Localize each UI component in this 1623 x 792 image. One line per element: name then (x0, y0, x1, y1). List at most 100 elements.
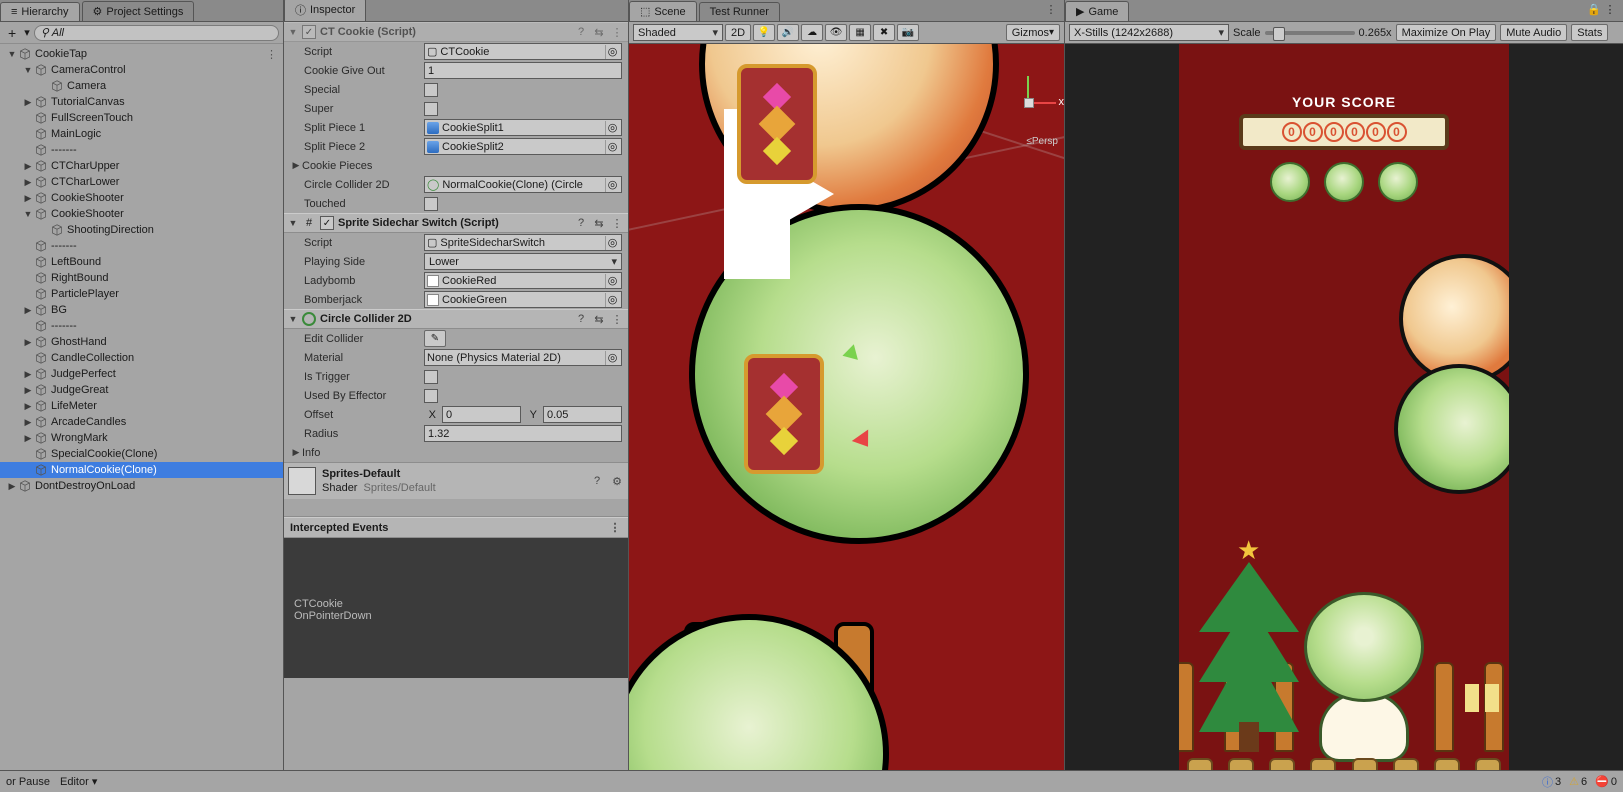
offset-x-field[interactable]: 0 (442, 406, 521, 423)
component-menu-icon[interactable]: ⋮ (610, 26, 624, 39)
foldout-icon[interactable]: ▶ (22, 417, 34, 428)
offset-y-field[interactable]: 0.05 (543, 406, 622, 423)
help-icon[interactable]: ? (574, 313, 588, 325)
hierarchy-item[interactable]: ParticlePlayer (0, 286, 283, 302)
hierarchy-item[interactable]: MainLogic (0, 126, 283, 142)
hierarchy-item[interactable]: ▶GhostHand (0, 334, 283, 350)
projection-label[interactable]: ≤Persp (1026, 136, 1058, 147)
stats-toggle[interactable]: Stats (1571, 24, 1608, 41)
component-menu-icon[interactable]: ⋮ (610, 217, 624, 230)
hierarchy-item[interactable]: ▶LifeMeter (0, 398, 283, 414)
foldout-icon[interactable]: ▼ (22, 65, 34, 75)
object-picker-icon[interactable]: ◎ (605, 274, 619, 288)
warning-count[interactable]: ⚠6 (1569, 775, 1587, 788)
hierarchy-item[interactable]: ▶ArcadeCandles (0, 414, 283, 430)
scene-tab[interactable]: ⬚Scene (629, 1, 697, 21)
hierarchy-item[interactable]: Camera (0, 78, 283, 94)
is-trigger-checkbox[interactable] (424, 370, 438, 384)
hierarchy-item[interactable]: ▶CookieShooter (0, 190, 283, 206)
foldout-icon[interactable]: ▶ (22, 385, 34, 396)
script-field[interactable]: ▢SpriteSidecharSwitch◎ (424, 234, 622, 251)
hierarchy-item[interactable]: ▶CTCharUpper (0, 158, 283, 174)
hierarchy-search-input[interactable]: ⚲ All (34, 25, 279, 41)
draw-mode-dropdown[interactable]: Shaded (633, 24, 723, 41)
hierarchy-item[interactable]: ▼CookieShooter (0, 206, 283, 222)
foldout-icon[interactable]: ▶ (22, 337, 34, 348)
grid-toggle[interactable]: ▦ (849, 24, 871, 41)
component-enable-toggle[interactable]: ✓ (302, 25, 316, 39)
mute-audio-toggle[interactable]: Mute Audio (1500, 24, 1567, 41)
hierarchy-tab[interactable]: ≡ Hierarchy (0, 2, 80, 21)
preset-icon[interactable]: ⇆ (592, 313, 606, 326)
foldout-icon[interactable]: ▼ (22, 209, 34, 219)
lighting-toggle[interactable]: 💡 (753, 24, 775, 41)
project-settings-tab[interactable]: ⚙ Project Settings (82, 1, 195, 21)
hierarchy-item[interactable]: ▶BG (0, 302, 283, 318)
foldout-icon[interactable]: ▶ (22, 177, 34, 188)
foldout-icon[interactable]: ▼ (6, 49, 18, 59)
foldout-icon[interactable]: ▶ (22, 369, 34, 380)
camera-toggle[interactable]: 📷 (897, 24, 919, 41)
used-by-effector-checkbox[interactable] (424, 389, 438, 403)
foldout-icon[interactable]: ▶ (22, 433, 34, 444)
resolution-dropdown[interactable]: X-Stills (1242x2688) (1069, 24, 1229, 41)
hierarchy-item[interactable]: ▶WrongMark (0, 430, 283, 446)
hierarchy-item[interactable]: ▼CameraControl (0, 62, 283, 78)
hierarchy-item[interactable]: SpecialCookie(Clone) (0, 446, 283, 462)
foldout-icon[interactable]: ▼ (288, 218, 298, 228)
panel-menu-icon[interactable]: ⋮ (1044, 3, 1058, 16)
foldout-icon[interactable]: ▶ (22, 97, 34, 108)
info-count[interactable]: ⓘ3 (1542, 774, 1561, 790)
gear-icon[interactable]: ⚙ (610, 475, 624, 488)
split-piece-1-field[interactable]: CookieSplit1◎ (424, 119, 622, 136)
hierarchy-item[interactable]: ------- (0, 142, 283, 158)
create-button[interactable]: + (4, 25, 20, 41)
radius-field[interactable]: 1.32 (424, 425, 622, 442)
gizmos-dropdown[interactable]: Gizmos ▾ (1006, 24, 1060, 41)
2d-toggle[interactable]: 2D (725, 24, 751, 41)
component-menu-icon[interactable]: ⋮ (610, 313, 624, 326)
split-piece-2-field[interactable]: CookieSplit2◎ (424, 138, 622, 155)
game-viewport[interactable]: YOUR SCORE 000000 ★ (1065, 44, 1623, 792)
intercepted-events-header[interactable]: Intercepted Events ⋮ (284, 517, 628, 538)
foldout-icon[interactable]: ▶ (22, 193, 34, 204)
touched-checkbox[interactable] (424, 197, 438, 211)
hierarchy-item[interactable]: ------- (0, 318, 283, 334)
fx-toggle[interactable]: ☁ (801, 24, 823, 41)
object-picker-icon[interactable]: ◎ (605, 45, 619, 59)
pause-label[interactable]: or Pause (6, 776, 50, 788)
scene-viewport[interactable]: x ≤Persp (629, 44, 1064, 792)
material-field[interactable]: None (Physics Material 2D)◎ (424, 349, 622, 366)
tools-toggle[interactable]: ✖ (873, 24, 895, 41)
foldout-icon[interactable]: ▶ (22, 401, 34, 412)
create-dropdown-icon[interactable]: ▾ (24, 26, 30, 39)
circle-collider-ref-field[interactable]: ◯NormalCookie(Clone) (Circle◎ (424, 176, 622, 193)
material-header[interactable]: Sprites-Default Shader Sprites/Default ?… (284, 462, 628, 499)
hierarchy-item[interactable]: ▶JudgePerfect (0, 366, 283, 382)
hierarchy-item[interactable]: ▶TutorialCanvas (0, 94, 283, 110)
object-picker-icon[interactable]: ◎ (605, 178, 619, 192)
panel-menu-icon[interactable]: ⋮ (1603, 3, 1617, 16)
foldout-icon[interactable]: ▶ (290, 447, 302, 458)
scale-slider[interactable] (1265, 31, 1355, 35)
hierarchy-item[interactable]: ShootingDirection (0, 222, 283, 238)
object-picker-icon[interactable]: ◎ (605, 293, 619, 307)
help-icon[interactable]: ? (590, 475, 604, 487)
preset-icon[interactable]: ⇆ (592, 217, 606, 230)
foldout-icon[interactable]: ▶ (22, 161, 34, 172)
orientation-gizmo[interactable]: x (998, 74, 1058, 134)
special-checkbox[interactable] (424, 83, 438, 97)
object-picker-icon[interactable]: ◎ (605, 236, 619, 250)
playing-side-dropdown[interactable]: Lower (424, 253, 622, 270)
game-tab[interactable]: ▶Game (1065, 1, 1129, 21)
audio-toggle[interactable]: 🔊 (777, 24, 799, 41)
cookie-give-out-field[interactable]: 1 (424, 62, 622, 79)
hierarchy-item[interactable]: ▶CTCharLower (0, 174, 283, 190)
hierarchy-item[interactable]: NormalCookie(Clone) (0, 462, 283, 478)
context-menu-icon[interactable]: ⋮ (266, 48, 277, 61)
hierarchy-item[interactable]: ▼CookieTap⋮ (0, 46, 283, 62)
help-icon[interactable]: ? (574, 26, 588, 38)
super-checkbox[interactable] (424, 102, 438, 116)
hierarchy-item[interactable]: CandleCollection (0, 350, 283, 366)
hierarchy-item[interactable]: FullScreenTouch (0, 110, 283, 126)
